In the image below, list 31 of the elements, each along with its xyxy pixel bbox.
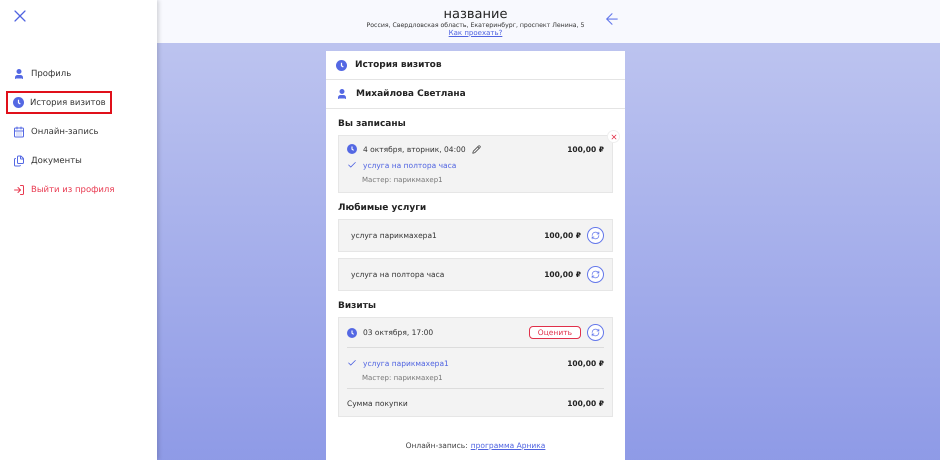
section-title: Вы записаны <box>338 119 407 129</box>
pencil-icon[interactable] <box>472 144 481 154</box>
repeat-button[interactable] <box>587 266 604 283</box>
clock-icon <box>347 144 357 154</box>
sidebar-item[interactable]: Профиль <box>6 62 104 85</box>
clock-icon <box>347 328 357 338</box>
section-title: Любимые услуги <box>338 203 428 213</box>
check-icon <box>347 358 357 368</box>
venue-title: название <box>444 6 508 22</box>
repeat-button[interactable] <box>587 227 604 244</box>
refresh-icon <box>591 231 600 240</box>
refresh-icon <box>591 328 600 337</box>
person-icon <box>13 68 25 80</box>
refresh-icon <box>591 270 600 279</box>
repeat-button[interactable] <box>587 324 604 341</box>
sidebar-item[interactable]: История визитов <box>6 91 112 114</box>
sidebar-item[interactable]: Документы <box>6 149 104 172</box>
sidebar-item[interactable]: Выйти из профиля <box>6 178 120 201</box>
check-icon <box>347 160 357 170</box>
documents-icon <box>13 154 25 166</box>
section-title: Визиты <box>338 301 378 311</box>
calendar-icon <box>13 126 25 138</box>
close-icon <box>610 132 618 140</box>
sidebar-item[interactable]: Онлайн-запись <box>6 120 105 143</box>
client-name: Михайлова Светлана <box>356 89 466 99</box>
clock-icon <box>13 97 24 108</box>
logout-icon <box>13 184 25 196</box>
clock-icon <box>336 60 347 70</box>
card-title: История визитов <box>355 60 442 70</box>
person-icon <box>336 88 348 100</box>
close-button[interactable] <box>607 130 620 143</box>
